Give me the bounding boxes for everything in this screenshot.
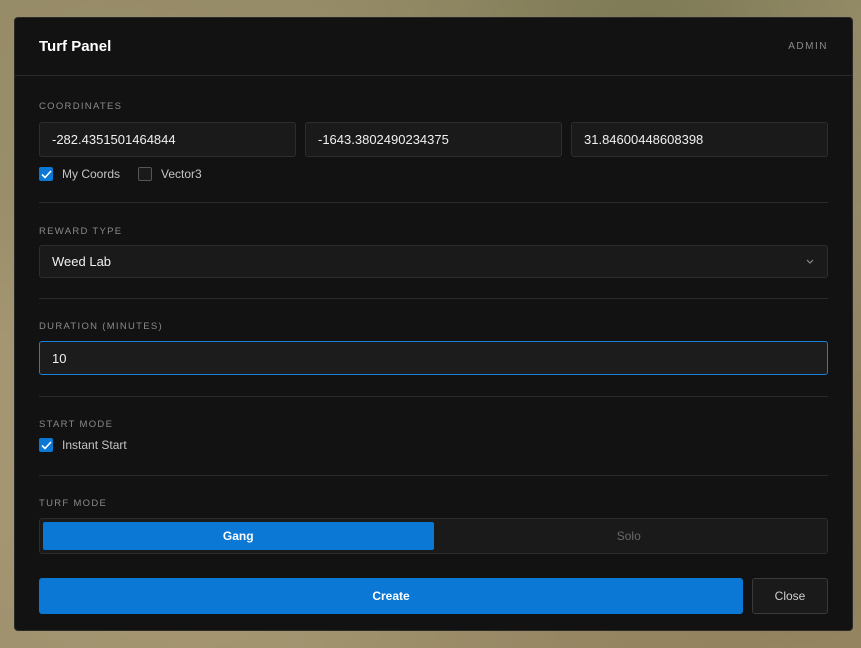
checkmark-icon	[39, 167, 53, 181]
my-coords-label: My Coords	[62, 167, 121, 181]
checkmark-icon	[39, 438, 53, 452]
vector3-label: Vector3	[161, 167, 202, 181]
chevron-down-icon	[805, 257, 815, 267]
close-button[interactable]: Close	[752, 578, 828, 614]
duration-input[interactable]: 10	[39, 341, 828, 375]
coord-y-input[interactable]: -1643.3802490234375	[305, 122, 562, 157]
start-mode-section: START MODE Instant Start	[39, 397, 828, 476]
reward-type-select[interactable]: Weed Lab	[39, 245, 828, 278]
turf-mode-solo-option[interactable]: Solo	[434, 522, 825, 550]
turf-mode-gang-option[interactable]: Gang	[43, 522, 434, 550]
admin-badge: ADMIN	[788, 41, 828, 52]
turf-panel: Turf Panel ADMIN COORDINATES -282.435150…	[14, 17, 853, 631]
panel-header: Turf Panel ADMIN	[15, 18, 852, 76]
instant-start-label: Instant Start	[62, 438, 127, 452]
vector3-checkbox[interactable]: Vector3	[138, 167, 202, 181]
turf-mode-section: TURF MODE Gang Solo	[39, 476, 828, 554]
reward-type-section: REWARD TYPE Weed Lab	[39, 203, 828, 299]
coordinates-section: COORDINATES -282.4351501464844 -1643.380…	[39, 76, 828, 203]
instant-start-checkbox[interactable]: Instant Start	[39, 438, 127, 452]
start-mode-label: START MODE	[39, 419, 114, 430]
reward-type-label: REWARD TYPE	[39, 226, 123, 237]
coordinates-label: COORDINATES	[39, 101, 123, 112]
coord-z-input[interactable]: 31.84600448608398	[571, 122, 828, 157]
panel-title: Turf Panel	[39, 38, 112, 55]
reward-type-value: Weed Lab	[52, 254, 112, 269]
empty-checkbox-icon	[138, 167, 153, 181]
turf-mode-label: TURF MODE	[39, 498, 108, 509]
duration-section: DURATION (MINUTES) 10	[39, 299, 828, 397]
coord-x-input[interactable]: -282.4351501464844	[39, 122, 296, 157]
duration-label: DURATION (MINUTES)	[39, 321, 164, 332]
turf-mode-toggle: Gang Solo	[39, 518, 828, 554]
create-button[interactable]: Create	[39, 578, 743, 614]
panel-footer: Create Close	[39, 578, 828, 614]
my-coords-checkbox[interactable]: My Coords	[39, 167, 120, 181]
